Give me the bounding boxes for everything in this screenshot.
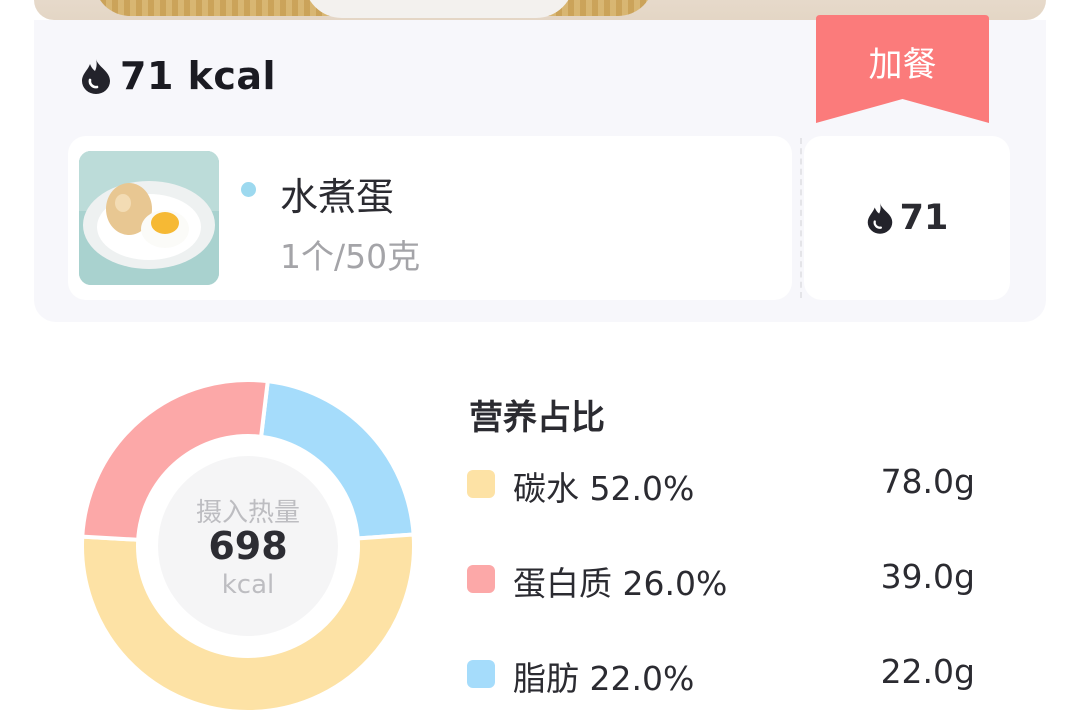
legend-protein: 蛋白质 26.0% 39.0g xyxy=(467,557,977,603)
meal-type-tag-label: 加餐 xyxy=(868,45,937,85)
legend-carbs: 碳水 52.0% 78.0g xyxy=(467,462,977,508)
legend-swatch xyxy=(467,660,495,688)
food-thumbnail xyxy=(79,151,219,285)
legend-fat: 脂肪 22.0% 22.0g xyxy=(467,652,977,698)
intake-unit: kcal xyxy=(221,570,275,600)
food-item-kcal: 71 xyxy=(804,136,1010,300)
food-name: 水煮蛋 xyxy=(280,175,395,219)
legend-swatch xyxy=(467,565,495,593)
flame-icon xyxy=(82,59,110,94)
intake-value: 698 xyxy=(208,524,288,568)
legend-amount: 78.0g xyxy=(880,462,975,501)
donut-center: 摄入热量 698 kcal xyxy=(82,380,414,712)
food-category-dot xyxy=(241,182,256,197)
legend-label: 脂肪 22.0% xyxy=(513,659,695,698)
legend-label: 碳水 52.0% xyxy=(513,469,695,508)
nutrition-ratio-title: 营养占比 xyxy=(469,398,605,438)
meal-total-kcal-value: 71 kcal xyxy=(120,54,277,98)
legend-amount: 22.0g xyxy=(880,652,975,691)
meal-type-tag[interactable]: 加餐 xyxy=(816,15,989,125)
food-portion: 1个/50克 xyxy=(280,237,421,276)
boiled-egg-image xyxy=(79,151,219,285)
food-item-boiled-egg[interactable]: 水煮蛋 1个/50克 xyxy=(68,136,792,300)
meal-total-kcal: 71 kcal xyxy=(80,54,276,98)
legend-label: 蛋白质 26.0% xyxy=(513,564,728,603)
flame-icon xyxy=(867,203,892,234)
dashed-divider xyxy=(800,138,802,298)
food-kcal-value: 71 xyxy=(899,198,949,238)
legend-swatch xyxy=(467,470,495,498)
legend-amount: 39.0g xyxy=(880,557,975,596)
photo-bowl xyxy=(304,0,574,18)
